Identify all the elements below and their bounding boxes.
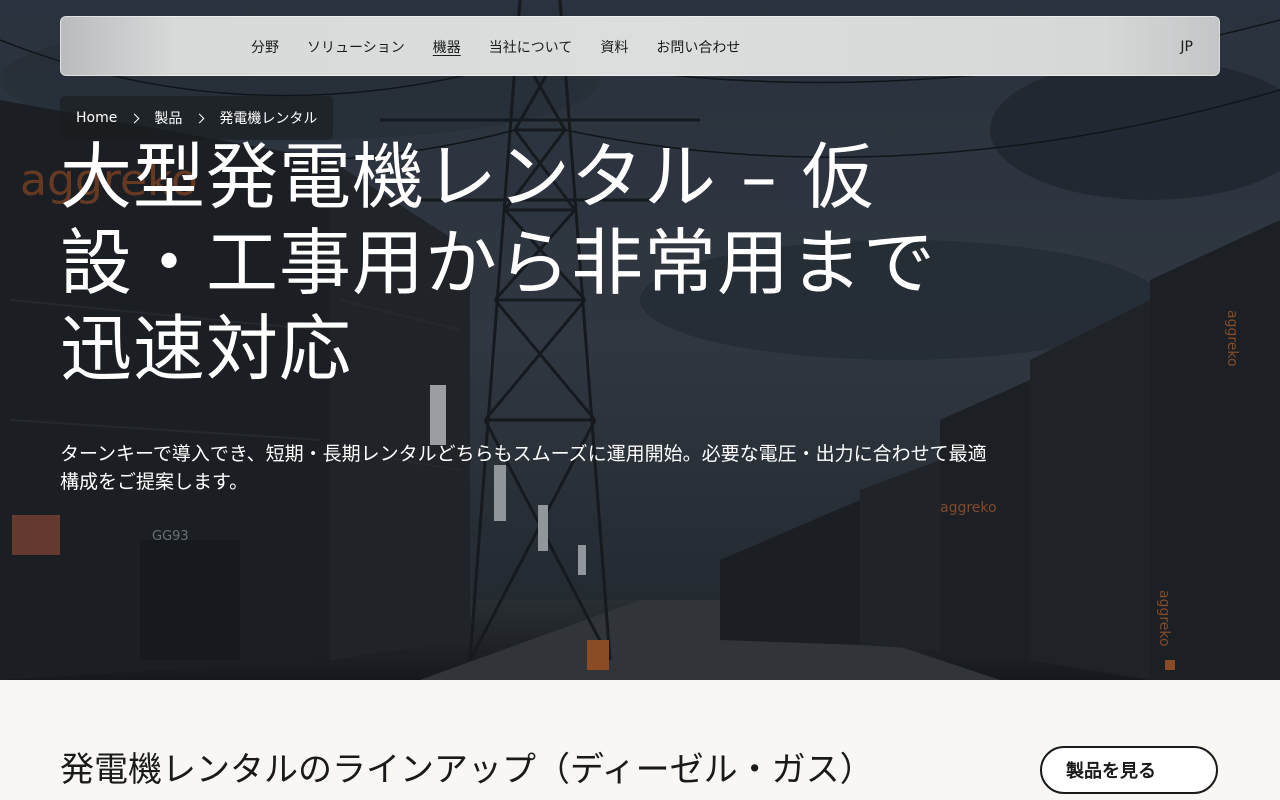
- breadcrumb-products[interactable]: 製品: [154, 108, 182, 128]
- top-navigation-bar: 分野 ソリューション 機器 当社について 資料 お問い合わせ JP: [60, 16, 1220, 76]
- chevron-right-icon: [194, 113, 205, 123]
- breadcrumb-current: 発電機レンタル: [219, 111, 318, 127]
- nav-link-about[interactable]: 当社について: [489, 37, 573, 57]
- lineup-section-title: 発電機レンタルのラインアップ（ディーゼル・ガス）: [60, 750, 874, 790]
- nav-link-resources[interactable]: 資料: [600, 37, 628, 57]
- nav-links: 分野 ソリューション 機器 当社について 資料 お問い合わせ: [251, 17, 740, 77]
- nav-link-contact[interactable]: お問い合わせ: [656, 37, 740, 57]
- chevron-right-icon: [129, 113, 140, 123]
- language-selector[interactable]: JP: [1180, 17, 1193, 77]
- hero-subtitle: ターンキーで導入でき、短期・長期レンタルどちらもスムーズに運用開始。必要な電圧・…: [60, 443, 987, 493]
- hero-title: 大型発電機レンタル – 仮設・工事用から非常用まで迅速対応: [60, 135, 937, 391]
- nav-link-equipment[interactable]: 機器: [433, 37, 461, 57]
- nav-link-solutions[interactable]: ソリューション: [307, 37, 405, 57]
- breadcrumb-home[interactable]: Home: [76, 110, 117, 126]
- nav-link-fields[interactable]: 分野: [251, 37, 279, 57]
- view-products-button[interactable]: 製品を見る: [1040, 746, 1218, 794]
